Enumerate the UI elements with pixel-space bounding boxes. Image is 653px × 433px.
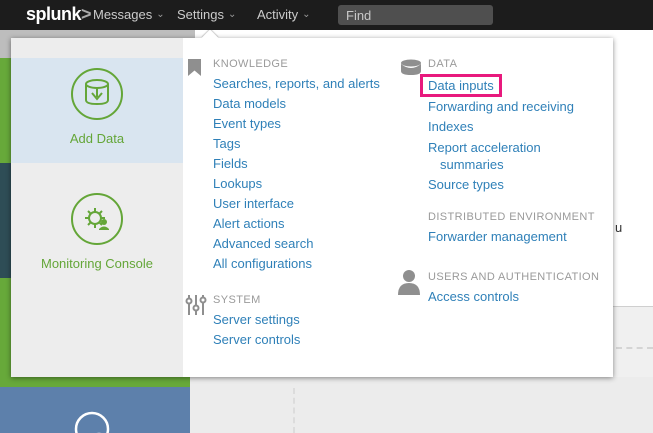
background-right-panel [613, 306, 653, 377]
monitoring-console-tile-label: Monitoring Console [11, 256, 183, 271]
menu-item-lookups[interactable]: Lookups [213, 174, 403, 194]
menu-item-server-settings[interactable]: Server settings [213, 310, 403, 330]
menu-item-user-interface[interactable]: User interface [213, 194, 403, 214]
menu-settings-label: Settings [177, 7, 224, 22]
settings-dropdown-panel: Add Data Monitoring Console [11, 38, 613, 377]
menu-messages[interactable]: Messages ⌄ [93, 7, 165, 22]
bookmark-icon [188, 59, 201, 76]
cloud-circles-icon [55, 405, 145, 433]
menu-item-source-types[interactable]: Source types [428, 175, 618, 195]
background-dashed-line-vertical [293, 388, 295, 433]
sliders-icon [185, 294, 207, 316]
menu-item-advanced-search[interactable]: Advanced search [213, 234, 403, 254]
background-bottom-gray [190, 377, 653, 433]
section-data: DATA Data inputs Forwarding and receivin… [428, 57, 618, 195]
menu-item-data-inputs[interactable]: Data inputs [428, 74, 618, 97]
menu-item-tags[interactable]: Tags [213, 134, 403, 154]
section-knowledge: KNOWLEDGE Searches, reports, and alerts … [213, 57, 403, 274]
section-users-authentication: USERS AND AUTHENTICATION Access controls [428, 270, 618, 307]
menu-item-forwarding-receiving[interactable]: Forwarding and receiving [428, 97, 618, 117]
section-system: SYSTEM Server settings Server controls [213, 293, 403, 350]
menu-item-access-controls[interactable]: Access controls [428, 287, 618, 307]
menu-item-alert-actions[interactable]: Alert actions [213, 214, 403, 234]
section-title-knowledge: KNOWLEDGE [213, 57, 403, 72]
menu-item-indexes[interactable]: Indexes [428, 117, 618, 137]
splunk-logo[interactable]: splunk> [26, 4, 91, 25]
chevron-down-icon: ⌄ [302, 9, 310, 20]
menu-item-forwarder-management[interactable]: Forwarder management [428, 227, 618, 247]
menu-messages-label: Messages [93, 7, 152, 22]
menu-item-server-controls[interactable]: Server controls [213, 330, 403, 350]
section-distributed-environment: DISTRIBUTED ENVIRONMENT Forwarder manage… [428, 210, 618, 247]
chevron-down-icon: ⌄ [156, 9, 164, 20]
menu-item-searches-reports-alerts[interactable]: Searches, reports, and alerts [213, 74, 403, 94]
splunk-logo-caret: > [81, 4, 91, 24]
menu-item-fields[interactable]: Fields [213, 154, 403, 174]
settings-tiles-column: Add Data Monitoring Console [11, 38, 183, 377]
add-data-cylinder-icon [69, 66, 125, 122]
menu-item-event-types[interactable]: Event types [213, 114, 403, 134]
section-title-distributed-environment: DISTRIBUTED ENVIRONMENT [428, 210, 618, 225]
menu-activity[interactable]: Activity ⌄ [257, 7, 311, 22]
user-icon [398, 269, 420, 295]
section-title-system: SYSTEM [213, 293, 403, 308]
section-title-data: DATA [428, 57, 618, 72]
add-data-tile-label: Add Data [11, 131, 183, 146]
background-blue-card [0, 387, 190, 433]
menu-settings[interactable]: Settings ⌄ [177, 7, 236, 22]
menu-item-data-models[interactable]: Data models [213, 94, 403, 114]
menu-item-all-configurations[interactable]: All configurations [213, 254, 403, 274]
data-inputs-highlight-box: Data inputs [420, 74, 502, 97]
menu-item-report-acceleration-summaries[interactable]: Report acceleration summaries [428, 137, 578, 175]
find-search-input[interactable] [338, 5, 493, 25]
splunk-logo-text: splunk [26, 4, 81, 24]
menu-activity-label: Activity [257, 7, 298, 22]
background-dashed-line-horizontal [616, 347, 653, 349]
monitoring-console-tile[interactable]: Monitoring Console [11, 163, 183, 313]
add-data-tile[interactable]: Add Data [11, 58, 183, 163]
background-teal-card [0, 163, 11, 278]
database-icon [400, 59, 422, 76]
section-title-users-authentication: USERS AND AUTHENTICATION [428, 270, 618, 285]
chevron-down-icon: ⌄ [228, 9, 236, 20]
gear-person-icon [69, 191, 125, 247]
top-navigation-bar: splunk> Messages ⌄ Settings ⌄ Activity ⌄ [0, 0, 653, 30]
